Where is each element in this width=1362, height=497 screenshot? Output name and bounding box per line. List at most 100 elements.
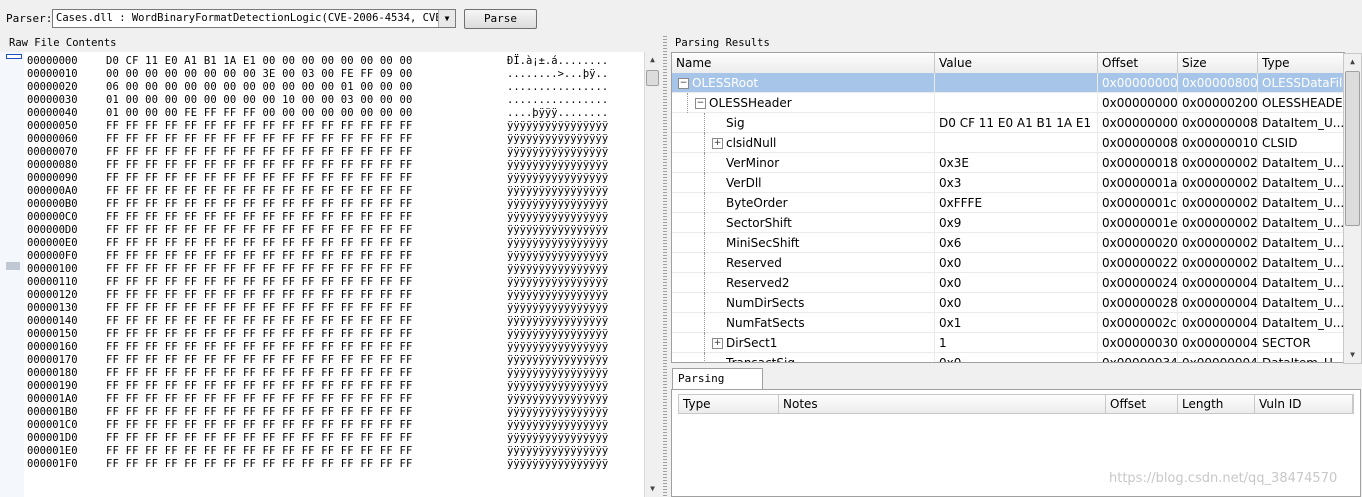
cell-size: 0x00000004 bbox=[1178, 293, 1258, 313]
row-name: clsidNull bbox=[726, 136, 777, 150]
results-row[interactable]: Reserved2 0x0 0x00000024 0x00000004 DataItem… bbox=[672, 273, 1344, 293]
results-scrollbar[interactable]: ▲ ▼ bbox=[1343, 53, 1362, 364]
notes-column-vuln-id[interactable]: Vuln ID bbox=[1255, 395, 1353, 413]
collapse-icon[interactable]: − bbox=[695, 98, 706, 109]
expand-icon[interactable]: + bbox=[712, 138, 723, 149]
notes-column-type[interactable]: Type bbox=[679, 395, 779, 413]
cell-name: − OLESSRoot bbox=[672, 73, 935, 93]
notes-column-notes[interactable]: Notes bbox=[779, 395, 1106, 413]
parse-button[interactable]: Parse bbox=[464, 9, 537, 29]
hex-ascii: ÿÿÿÿÿÿÿÿÿÿÿÿÿÿÿÿ bbox=[507, 224, 609, 236]
scroll-down-icon[interactable]: ▼ bbox=[1344, 347, 1361, 363]
hex-ascii: ÐÏ.à¡±.á........ bbox=[507, 55, 609, 67]
row-name: MiniSecShift bbox=[726, 236, 800, 250]
hex-offset: 000000F0 bbox=[27, 250, 78, 262]
results-row[interactable]: − OLESSHeader 0x00000000 0x00000200 OLESSHEA… bbox=[672, 93, 1344, 113]
hex-scroll-thumb[interactable] bbox=[646, 70, 659, 86]
parsing-results-grid[interactable]: Name Value Offset Size Type − OLESSRoot 0x… bbox=[671, 52, 1345, 363]
scroll-up-icon[interactable]: ▲ bbox=[645, 52, 660, 68]
cell-value: 0x0 bbox=[935, 293, 1098, 313]
scroll-up-icon[interactable]: ▲ bbox=[1344, 54, 1361, 70]
chevron-down-icon[interactable]: ▼ bbox=[438, 10, 455, 27]
hex-ascii: ÿÿÿÿÿÿÿÿÿÿÿÿÿÿÿÿ bbox=[507, 237, 609, 249]
hex-gutter bbox=[0, 52, 24, 497]
hex-offset: 00000060 bbox=[27, 133, 78, 145]
hex-offset: 00000100 bbox=[27, 263, 78, 275]
parser-dropdown[interactable]: Cases.dll : WordBinaryFormatDetectionLog… bbox=[52, 9, 456, 28]
hex-offset: 000001F0 bbox=[27, 458, 78, 470]
cell-size: 0x00000004 bbox=[1178, 353, 1258, 362]
hex-ascii: ÿÿÿÿÿÿÿÿÿÿÿÿÿÿÿÿ bbox=[507, 250, 609, 262]
results-row[interactable]: Sig D0 CF 11 E0 A1 B1 1A E1 0x00000000 0x00… bbox=[672, 113, 1344, 133]
notes-column-offset[interactable]: Offset bbox=[1106, 395, 1178, 413]
hex-offset: 000000A0 bbox=[27, 185, 78, 197]
hex-offset: 00000130 bbox=[27, 302, 78, 314]
results-row[interactable]: NumFatSects 0x1 0x0000002c 0x00000004 DataIt… bbox=[672, 313, 1344, 333]
collapse-icon[interactable]: − bbox=[678, 78, 689, 89]
hex-ascii: ÿÿÿÿÿÿÿÿÿÿÿÿÿÿÿÿ bbox=[507, 198, 609, 210]
cell-value bbox=[935, 93, 1098, 113]
cell-type: DataItem_U... bbox=[1258, 153, 1344, 173]
pane-splitter[interactable] bbox=[663, 36, 667, 497]
cell-name: + DirSect1 bbox=[672, 333, 935, 353]
hex-scrollbar[interactable]: ▲ ▼ bbox=[644, 52, 660, 497]
hex-offset: 00000190 bbox=[27, 380, 78, 392]
column-header-type[interactable]: Type bbox=[1258, 53, 1344, 73]
hex-bytes: 06 00 00 00 00 00 00 00 00 00 00 00 01 0… bbox=[106, 81, 413, 93]
hex-bytes: FF FF FF FF FF FF FF FF FF FF FF FF FF F… bbox=[106, 380, 413, 392]
cell-name: NumFatSects bbox=[672, 313, 935, 333]
hex-offset: 000001E0 bbox=[27, 445, 78, 457]
results-scroll-thumb[interactable] bbox=[1345, 71, 1360, 226]
cell-offset: 0x00000020 bbox=[1098, 233, 1178, 253]
results-row[interactable]: TransactSig 0x0 0x00000034 0x00000004 DataIt… bbox=[672, 353, 1344, 362]
results-row[interactable]: + clsidNull 0x00000008 0x00000010 CLSID bbox=[672, 133, 1344, 153]
tree-line bbox=[704, 173, 705, 193]
results-row[interactable]: VerMinor 0x3E 0x00000018 0x00000002 DataItem… bbox=[672, 153, 1344, 173]
hex-offset: 00000040 bbox=[27, 107, 78, 119]
results-row[interactable]: VerDll 0x3 0x0000001a 0x00000002 DataItem_U.… bbox=[672, 173, 1344, 193]
column-header-offset[interactable]: Offset bbox=[1098, 53, 1178, 73]
hex-bytes: FF FF FF FF FF FF FF FF FF FF FF FF FF F… bbox=[106, 393, 413, 405]
hex-bytes: FF FF FF FF FF FF FF FF FF FF FF FF FF F… bbox=[106, 172, 413, 184]
cell-type: OLESSHEADER bbox=[1258, 93, 1344, 113]
cell-name: Sig bbox=[672, 113, 935, 133]
column-header-value[interactable]: Value bbox=[935, 53, 1098, 73]
results-row[interactable]: Reserved 0x0 0x00000022 0x00000002 DataItem_… bbox=[672, 253, 1344, 273]
hex-ascii: ÿÿÿÿÿÿÿÿÿÿÿÿÿÿÿÿ bbox=[507, 328, 609, 340]
notes-header: Type Notes Offset Length Vuln ID bbox=[678, 394, 1354, 414]
hex-ascii: ÿÿÿÿÿÿÿÿÿÿÿÿÿÿÿÿ bbox=[507, 393, 609, 405]
hex-bytes: FF FF FF FF FF FF FF FF FF FF FF FF FF F… bbox=[106, 419, 413, 431]
results-row[interactable]: NumDirSects 0x0 0x00000028 0x00000004 DataIt… bbox=[672, 293, 1344, 313]
results-row[interactable]: MiniSecShift 0x6 0x00000020 0x00000002 DataI… bbox=[672, 233, 1344, 253]
cell-size: 0x00000800 bbox=[1178, 73, 1258, 93]
hex-ascii: ÿÿÿÿÿÿÿÿÿÿÿÿÿÿÿÿ bbox=[507, 458, 609, 470]
hex-view[interactable]: 00000000 D0 CF 11 E0 A1 B1 1A E1 00 00 00… bbox=[0, 52, 660, 497]
scroll-down-icon[interactable]: ▼ bbox=[645, 481, 660, 497]
results-row[interactable]: − OLESSRoot 0x00000000 0x00000800 OLESSDataF… bbox=[672, 73, 1344, 93]
column-header-name[interactable]: Name bbox=[672, 53, 935, 73]
selection-marker bbox=[6, 262, 20, 270]
results-row[interactable]: + DirSect1 1 0x00000030 0x00000004 SECTOR bbox=[672, 333, 1344, 353]
cell-name: NumDirSects bbox=[672, 293, 935, 313]
hex-bytes: FF FF FF FF FF FF FF FF FF FF FF FF FF F… bbox=[106, 406, 413, 418]
expand-icon[interactable]: + bbox=[712, 338, 723, 349]
column-header-size[interactable]: Size bbox=[1178, 53, 1258, 73]
hex-offset: 00000070 bbox=[27, 146, 78, 158]
tree-line bbox=[704, 113, 705, 133]
results-row[interactable]: ByteOrder 0xFFFE 0x0000001c 0x00000002 DataI… bbox=[672, 193, 1344, 213]
cell-type: DataItem_U... bbox=[1258, 273, 1344, 293]
hex-bytes: FF FF FF FF FF FF FF FF FF FF FF FF FF F… bbox=[106, 185, 413, 197]
tab-parsing-notes[interactable]: Parsing Notes bbox=[672, 368, 763, 405]
cell-size: 0x00000002 bbox=[1178, 253, 1258, 273]
parser-label: Parser: bbox=[6, 12, 53, 25]
hex-offset: 00000180 bbox=[27, 367, 78, 379]
results-row[interactable]: SectorShift 0x9 0x0000001e 0x00000002 DataIt… bbox=[672, 213, 1344, 233]
cell-type: DataItem_U... bbox=[1258, 253, 1344, 273]
cell-offset: 0x00000034 bbox=[1098, 353, 1178, 362]
hex-offset: 00000150 bbox=[27, 328, 78, 340]
notes-column-length[interactable]: Length bbox=[1178, 395, 1255, 413]
cell-size: 0x00000200 bbox=[1178, 93, 1258, 113]
hex-offset: 000000E0 bbox=[27, 237, 78, 249]
hex-offset: 00000050 bbox=[27, 120, 78, 132]
hex-ascii: ÿÿÿÿÿÿÿÿÿÿÿÿÿÿÿÿ bbox=[507, 419, 609, 431]
